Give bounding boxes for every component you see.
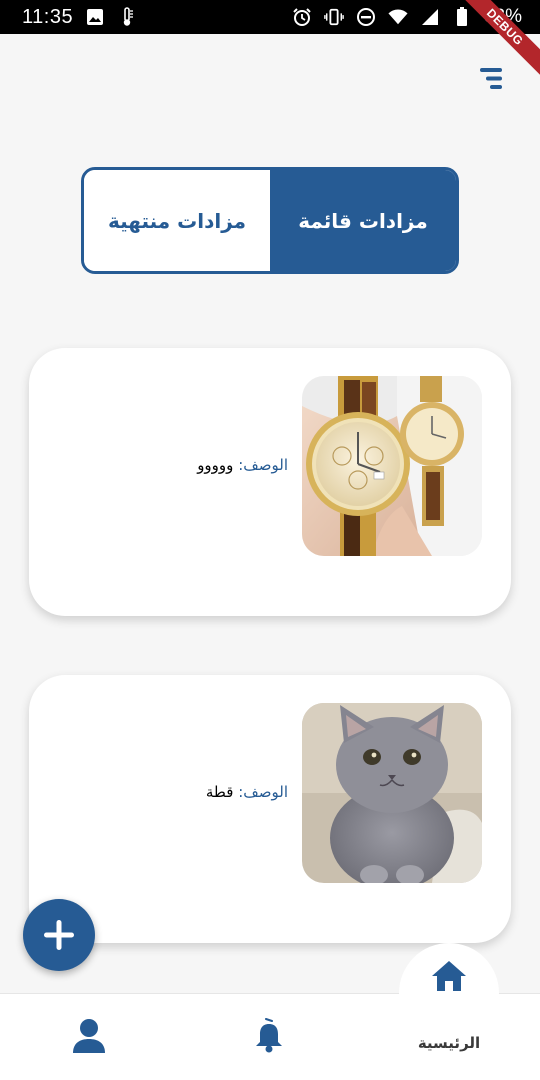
tab-active-auctions[interactable]: مزادات قائمة — [270, 170, 456, 271]
auction-description: الوصف: ووووو — [197, 456, 288, 474]
description-value: قطة — [205, 783, 234, 801]
signal-icon — [420, 7, 440, 27]
image-notification-icon — [85, 7, 105, 27]
thermometer-icon — [117, 7, 137, 27]
cat-photo — [302, 703, 482, 883]
description-label: الوصف: — [238, 456, 288, 474]
debug-banner-label: DEBUG — [452, 0, 540, 80]
auction-card[interactable]: الوصف: ووووو — [29, 348, 511, 616]
status-time: 11:35 — [22, 5, 74, 28]
nav-item-notifications[interactable] — [249, 1016, 289, 1056]
auction-card[interactable]: الوصف: قطة — [29, 675, 511, 943]
description-label: الوصف: — [238, 783, 288, 801]
watch-photo — [302, 376, 482, 556]
vibrate-icon — [324, 7, 344, 27]
home-icon — [432, 961, 466, 991]
nav-item-profile[interactable] — [69, 1016, 109, 1056]
alarm-icon — [292, 7, 312, 27]
plus-icon — [44, 920, 74, 950]
tab-ended-auctions[interactable]: مزادات منتهية — [84, 170, 270, 271]
description-value: ووووو — [197, 456, 234, 474]
person-icon — [73, 1019, 105, 1053]
nav-item-home[interactable]: الرئيسية — [399, 960, 499, 1052]
auction-tabs: مزادات منتهية مزادات قائمة — [81, 167, 459, 274]
bell-icon — [256, 1018, 282, 1053]
do-not-disturb-icon — [356, 7, 376, 27]
nav-home-label: الرئيسية — [417, 1034, 481, 1052]
wifi-icon — [388, 7, 408, 27]
add-auction-button[interactable] — [23, 899, 95, 971]
auction-description: الوصف: قطة — [206, 783, 288, 801]
debug-banner: DEBUG — [450, 0, 540, 90]
